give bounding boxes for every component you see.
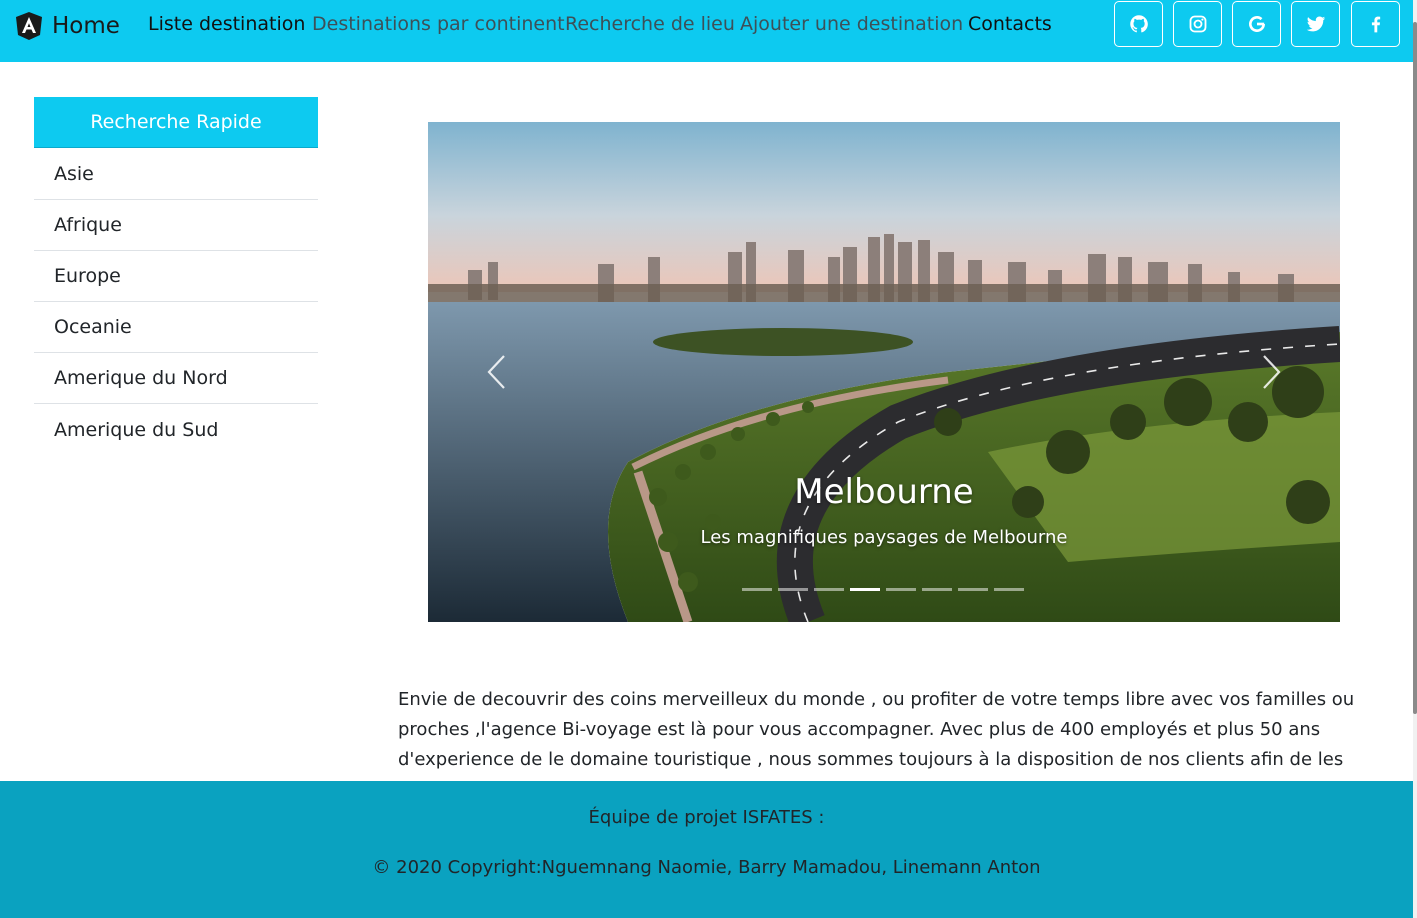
- facebook-button[interactable]: [1351, 1, 1400, 47]
- carousel-caption-title: Melbourne: [794, 472, 974, 512]
- nav-link-recherche-de-lieu[interactable]: Recherche de lieu: [565, 13, 735, 35]
- twitter-button[interactable]: [1291, 1, 1340, 47]
- continent-item-asie[interactable]: Asie: [34, 149, 318, 200]
- carousel-indicators: [742, 588, 1024, 591]
- continent-item-amerique-du-nord[interactable]: Amerique du Nord: [34, 353, 318, 404]
- instagram-button[interactable]: [1173, 1, 1222, 47]
- destination-carousel[interactable]: Melbourne Les magnifiques paysages de Me…: [428, 122, 1340, 622]
- twitter-icon: [1306, 16, 1325, 32]
- continent-list: Asie Afrique Europe Oceanie Amerique du …: [34, 149, 318, 455]
- nav-link-liste-destination[interactable]: Liste destination: [148, 13, 305, 35]
- google-icon: [1248, 16, 1265, 32]
- carousel-caption-text: Les magnifiques paysages de Melbourne: [700, 527, 1068, 548]
- carousel-indicator[interactable]: [850, 588, 880, 591]
- quick-search-title: Recherche Rapide: [34, 97, 318, 148]
- carousel-indicator[interactable]: [778, 588, 808, 591]
- footer-team-label: Équipe de projet ISFATES :: [588, 807, 825, 828]
- google-button[interactable]: [1232, 1, 1281, 47]
- continent-item-europe[interactable]: Europe: [34, 251, 318, 302]
- top-navbar: Home Liste destination Destinations par …: [0, 0, 1413, 62]
- home-brand-link[interactable]: Home: [14, 6, 120, 46]
- nav-link-ajouter-une-destination[interactable]: Ajouter une destination: [740, 13, 963, 35]
- carousel-prev-button[interactable]: [474, 342, 518, 402]
- carousel-indicator[interactable]: [742, 588, 772, 591]
- chevron-left-icon: [487, 355, 505, 389]
- nav-link-contacts[interactable]: Contacts: [968, 13, 1052, 35]
- carousel-indicator[interactable]: [814, 588, 844, 591]
- continent-item-oceanie[interactable]: Oceanie: [34, 302, 318, 353]
- page-footer: Équipe de projet ISFATES : © 2020 Copyri…: [0, 781, 1413, 918]
- chevron-right-icon: [1263, 355, 1281, 389]
- carousel-indicator[interactable]: [886, 588, 916, 591]
- page-scrollbar-thumb[interactable]: [1413, 22, 1417, 714]
- brand-label: Home: [52, 13, 120, 39]
- carousel-indicator[interactable]: [994, 588, 1024, 591]
- instagram-icon: [1189, 15, 1206, 33]
- footer-copyright: © 2020 Copyright:Nguemnang Naomie, Barry…: [372, 857, 1041, 878]
- github-button[interactable]: [1114, 1, 1163, 47]
- angular-logo-icon: [16, 12, 42, 40]
- github-icon: [1129, 15, 1148, 33]
- facebook-icon: [1371, 16, 1380, 33]
- carousel-indicator[interactable]: [958, 588, 988, 591]
- continent-item-amerique-du-sud[interactable]: Amerique du Sud: [34, 404, 318, 455]
- carousel-indicator[interactable]: [922, 588, 952, 591]
- continent-item-afrique[interactable]: Afrique: [34, 200, 318, 251]
- nav-link-destinations-par-continent[interactable]: Destinations par continent: [312, 13, 565, 35]
- carousel-next-button[interactable]: [1250, 342, 1294, 402]
